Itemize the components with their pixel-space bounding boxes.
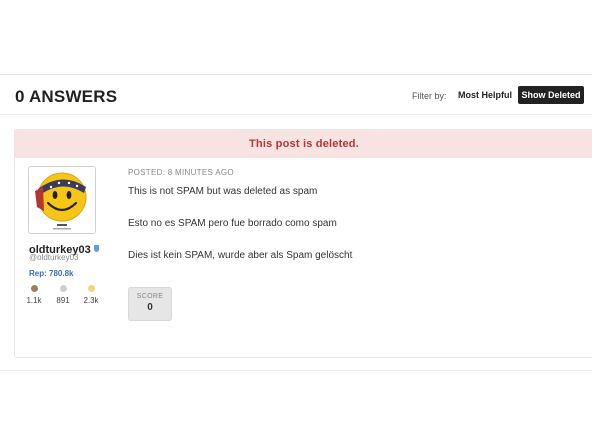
silver-badge-icon [59,285,67,292]
answers-header: 0 ANSWERS Filter by: Most Helpful Show D… [0,75,592,115]
badge-silver: 891 [51,285,75,305]
badge-bronze: 1.1k [22,285,46,305]
answer-card: This post is deleted. oldturkey03 @oldtu… [14,129,592,358]
answer-text-line: This is not SPAM but was deleted as spam [128,186,318,197]
badge-count: 2.3k [83,296,99,305]
deleted-banner: This post is deleted. [15,130,592,158]
score-label: SCORE [136,293,164,300]
badge-gold: 2.3k [79,285,103,305]
header-divider [0,114,592,115]
avatar[interactable] [28,166,96,234]
bronze-badge-icon [30,285,38,292]
reputation: Rep: 780.8k [29,269,74,278]
posted-timestamp: POSTED: 8 MINUTES AGO [128,168,234,177]
verified-icon [93,245,99,253]
smiley-avatar-image [29,167,95,233]
filter-most-helpful-button[interactable]: Most Helpful [452,86,518,104]
answers-count-title: 0 ANSWERS [15,87,118,106]
deleted-banner-text: This post is deleted. [249,138,359,150]
username-row: oldturkey03 [29,240,99,256]
user-handle: @oldturkey03 [29,253,79,262]
score-box: SCORE 0 [128,287,172,321]
bottom-divider [0,370,592,371]
badge-count: 1.1k [26,296,42,305]
badge-count: 891 [56,296,70,305]
gold-badge-icon [87,285,95,292]
answer-text-line: Dies ist kein SPAM, wurde aber als Spam … [128,250,353,261]
filter-label: Filter by: [412,91,447,101]
filter-show-deleted-button[interactable]: Show Deleted [518,86,584,104]
answer-text-line: Esto no es SPAM pero fue borrado como sp… [128,218,337,229]
score-value: 0 [147,302,153,313]
